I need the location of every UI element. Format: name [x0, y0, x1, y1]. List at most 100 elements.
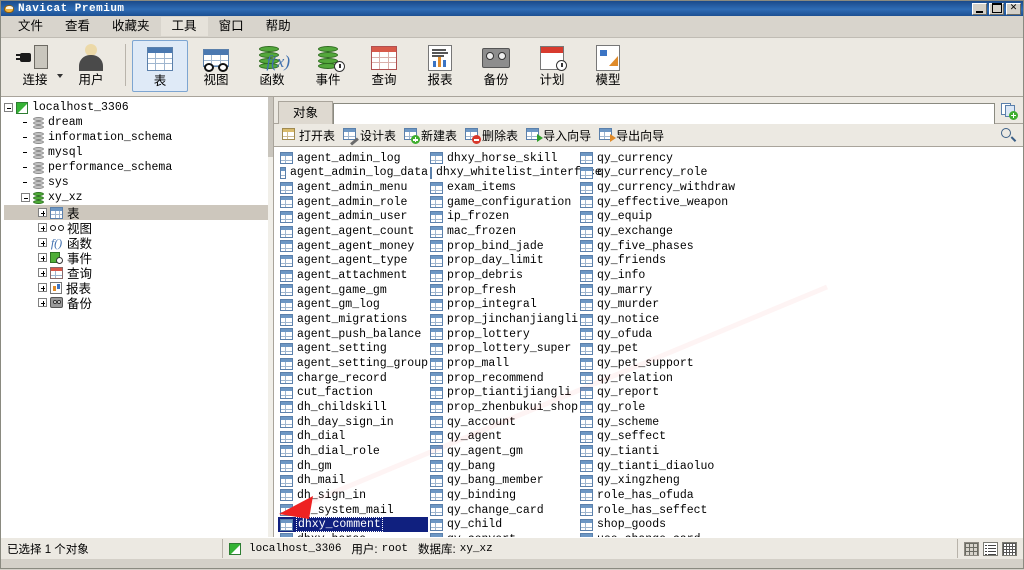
table-list-item[interactable]: qy_scheme — [578, 415, 758, 430]
table-list-item[interactable]: qy_pet_support — [578, 356, 758, 371]
tree-node-查询[interactable]: 查询 — [4, 265, 273, 281]
table-list-item[interactable]: qy_murder — [578, 298, 758, 313]
sidebar-scrollbar[interactable] — [268, 97, 273, 537]
menu-file[interactable]: 文件 — [7, 17, 54, 36]
tab-objects[interactable]: 对象 — [278, 101, 334, 124]
tree-expander-表[interactable] — [38, 208, 47, 217]
table-list-item[interactable]: shop_goods — [578, 517, 758, 532]
table-list-item[interactable]: mac_frozen — [428, 224, 578, 239]
table-list-item[interactable]: prop_lottery_super — [428, 342, 578, 357]
minimize-button[interactable] — [972, 2, 987, 15]
menu-help[interactable]: 帮助 — [255, 17, 302, 36]
table-list-item[interactable]: qy_report — [578, 386, 758, 401]
table-list-item[interactable]: agent_admin_menu — [278, 180, 428, 195]
table-list-item[interactable]: prop_fresh — [428, 283, 578, 298]
table-list-item[interactable]: qy_agent_gm — [428, 444, 578, 459]
tree-expander-视图[interactable] — [38, 223, 47, 232]
table-list-item[interactable]: qy_binding — [428, 488, 578, 503]
table-list-item[interactable]: qy_role — [578, 400, 758, 415]
table-list-item[interactable]: agent_admin_user — [278, 210, 428, 225]
toolbar-event-button[interactable]: 事件 — [300, 40, 356, 92]
design-table-button[interactable]: 设计表 — [341, 126, 402, 146]
toolbar-model-button[interactable]: 模型 — [580, 40, 636, 92]
toolbar-connection-button[interactable]: 连接 — [7, 40, 63, 92]
search-icon[interactable] — [1001, 128, 1015, 142]
table-list-item[interactable]: prop_day_limit — [428, 254, 578, 269]
table-list-item[interactable]: agent_admin_role — [278, 195, 428, 210]
view-list-icon[interactable] — [1002, 541, 1017, 556]
table-list-item[interactable]: qy_agent — [428, 429, 578, 444]
table-list-item[interactable]: dhxy_whitelist_interface — [428, 166, 602, 181]
table-list-item[interactable]: agent_agent_type — [278, 254, 428, 269]
tree-expander-事件[interactable] — [38, 253, 47, 262]
table-list-item[interactable]: qy_tianti_diaoluo — [578, 459, 758, 474]
table-list-item[interactable]: agent_push_balance — [278, 327, 428, 342]
table-list-item[interactable]: ip_frozen — [428, 210, 578, 225]
table-list-item[interactable]: qy_effective_weapon — [578, 195, 758, 210]
table-list-item[interactable]: dh_dial_role — [278, 444, 428, 459]
table-list-item[interactable]: exam_items — [428, 180, 578, 195]
import-wizard-button[interactable]: 导入向导 — [524, 126, 597, 145]
delete-table-button[interactable]: 删除表 — [463, 126, 524, 145]
table-list-item[interactable]: qy_bang — [428, 459, 578, 474]
table-list-item[interactable]: agent_admin_log — [278, 151, 428, 166]
table-list-item[interactable]: agent_game_gm — [278, 283, 428, 298]
table-list-item[interactable]: dh_mail — [278, 473, 428, 488]
table-list-item[interactable]: qy_xingzheng — [578, 473, 758, 488]
tree-expander-报表[interactable] — [38, 283, 47, 292]
table-list-item[interactable]: agent_agent_money — [278, 239, 428, 254]
table-list-item[interactable]: qy_change_card — [428, 503, 578, 518]
toolbar-schedule-button[interactable]: 计划 — [524, 40, 580, 92]
table-list-item[interactable]: prop_mall — [428, 356, 578, 371]
table-list-item[interactable]: qy_five_phases — [578, 239, 758, 254]
tree-node-localhost_3306[interactable]: localhost_3306 — [4, 100, 273, 115]
tree-node-事件[interactable]: 事件 — [4, 250, 273, 266]
tree-node-备份[interactable]: 备份 — [4, 295, 273, 311]
menu-tools[interactable]: 工具 — [160, 17, 208, 36]
table-list-item[interactable]: game_configuration — [428, 195, 578, 210]
tree-expander-备份[interactable] — [38, 298, 47, 307]
tree-node-报表[interactable]: 报表 — [4, 280, 273, 296]
menu-window[interactable]: 窗口 — [208, 17, 255, 36]
table-list-item[interactable]: dh_gm — [278, 459, 428, 474]
table-list-item[interactable]: agent_setting — [278, 342, 428, 357]
address-bar[interactable] — [333, 103, 995, 124]
table-list-item[interactable]: use_change_card — [578, 532, 758, 537]
table-list-item[interactable]: qy_convert — [428, 532, 578, 537]
table-list-item[interactable]: qy_friends — [578, 254, 758, 269]
table-list-item[interactable]: qy_info — [578, 268, 758, 283]
view-detail-icon[interactable] — [983, 541, 998, 556]
tree-node-dream[interactable]: dream — [4, 115, 273, 130]
table-list-item[interactable]: qy_currency_withdraw — [578, 180, 758, 195]
close-button[interactable]: ✕ — [1006, 2, 1021, 15]
tree-node-sys[interactable]: sys — [4, 175, 273, 190]
view-grid-icon[interactable] — [964, 541, 979, 556]
toolbar-table-button[interactable]: 表 — [132, 40, 188, 92]
table-list-item[interactable]: prop_lottery — [428, 327, 578, 342]
table-list-item[interactable]: dh_system_mail — [278, 503, 428, 518]
table-list-item[interactable]: qy_exchange — [578, 224, 758, 239]
table-list-item[interactable]: qy_notice — [578, 312, 758, 327]
table-list-item[interactable]: agent_migrations — [278, 312, 428, 327]
toolbar-query-button[interactable]: 查询 — [356, 40, 412, 92]
table-list-item[interactable]: agent_attachment — [278, 268, 428, 283]
table-list-item[interactable]: dh_dial — [278, 429, 428, 444]
table-list-item[interactable]: agent_gm_log — [278, 298, 428, 313]
table-list-item[interactable]: qy_pet — [578, 342, 758, 357]
toolbar-function-button[interactable]: f(x) 函数 — [244, 40, 300, 92]
tree-node-函数[interactable]: f() 函数 — [4, 235, 273, 251]
tree-expander-localhost_3306[interactable] — [4, 103, 13, 112]
table-list-item[interactable]: dh_sign_in — [278, 488, 428, 503]
export-wizard-button[interactable]: 导出向导 — [597, 126, 670, 145]
table-list-item[interactable]: qy_ofuda — [578, 327, 758, 342]
table-list-item[interactable]: qy_marry — [578, 283, 758, 298]
table-list-item[interactable]: prop_bind_jade — [428, 239, 578, 254]
table-list-item[interactable]: prop_zhenbukui_shop — [428, 400, 578, 415]
toolbar-backup-button[interactable]: 备份 — [468, 40, 524, 92]
toolbar-user-button[interactable]: 用户 — [63, 40, 119, 92]
table-list-item[interactable]: qy_relation — [578, 371, 758, 386]
tree-expander-xy_xz[interactable] — [21, 193, 30, 202]
table-list-item[interactable]: dhxy_horse_skill — [428, 151, 578, 166]
new-tab-button[interactable] — [995, 98, 1023, 123]
table-list-item[interactable]: qy_currency_role — [578, 166, 758, 181]
